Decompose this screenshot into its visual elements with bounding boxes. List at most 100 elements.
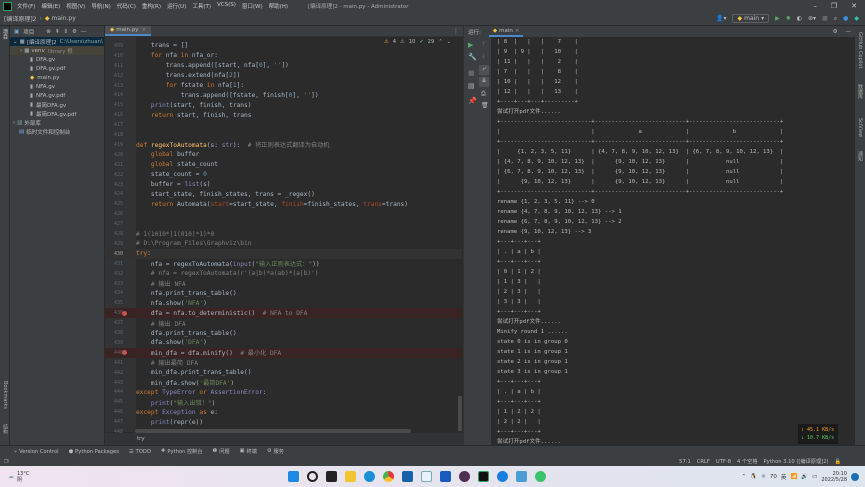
line-number[interactable]: 418 [105, 132, 125, 138]
tab-menu-icon[interactable]: ⋮ [453, 26, 463, 36]
inspection-widget[interactable]: ⚠ 4 ⚠ 10 ✔ 29 ⌃ ⌄ [384, 39, 451, 45]
menu-item[interactable]: 导航(N) [91, 2, 110, 10]
tree-file[interactable]: ◆ main.py [10, 73, 104, 82]
line-number[interactable]: 445 [105, 399, 125, 405]
chrome-icon[interactable] [383, 471, 395, 482]
rerun-icon[interactable]: ▶ [468, 41, 473, 49]
tree-file[interactable]: ▮ 最简DFA.gv [10, 100, 104, 109]
word-icon[interactable] [440, 471, 452, 482]
tool-button-1[interactable]: ⬢ Python Packages [69, 449, 119, 455]
ime-indicator[interactable]: 英 [781, 473, 787, 481]
caret-position[interactable]: 57:1 [679, 459, 691, 465]
wrench-icon[interactable]: 🔧 [468, 53, 477, 61]
line-number[interactable]: 438 [105, 330, 125, 336]
pycharm-taskbar-icon[interactable] [478, 471, 490, 482]
close-tab-icon[interactable]: × [515, 28, 520, 34]
tree-venv[interactable]: › ■ venv library 根 [10, 46, 104, 55]
line-number[interactable]: 432 [105, 271, 125, 277]
line-number[interactable]: 419 [105, 142, 125, 148]
weather-widget[interactable]: 13°C 阴 [17, 471, 29, 483]
breadcrumb-file[interactable]: main.py [52, 15, 76, 22]
run-config-select[interactable]: ◆ main ▾ [732, 14, 770, 23]
line-number[interactable]: 433 [105, 281, 125, 287]
pin-icon[interactable]: 📌 [468, 97, 477, 105]
chevron-up-icon[interactable]: ⌃ [438, 39, 442, 45]
hide-icon[interactable]: — [846, 29, 856, 35]
profile-icon[interactable]: ⊛▾ [808, 15, 816, 22]
tab-main-py[interactable]: ◆ main.py × [105, 26, 152, 36]
menu-item[interactable]: 重构(R) [142, 2, 161, 10]
clock[interactable]: 20:10 2022/5/28 [821, 471, 847, 483]
close-tab-icon[interactable]: × [141, 27, 146, 33]
trash-icon[interactable]: 🗑 [481, 102, 489, 109]
layout-icon[interactable]: ▤ [468, 82, 475, 90]
line-number[interactable]: 447 [105, 419, 125, 425]
task-view-icon[interactable] [326, 471, 338, 482]
chevron-up-icon[interactable]: ⌃ [742, 474, 747, 480]
menu-item[interactable]: 文件(F) [17, 2, 35, 10]
line-number[interactable]: 412 [105, 73, 125, 79]
tree-scratches[interactable]: ▤ 临时文件和控制台 [10, 127, 104, 136]
locate-icon[interactable]: ⊗ [46, 29, 51, 35]
run-icon[interactable]: ▶ [775, 15, 780, 22]
tool-button-0[interactable]: ⑂ Version Control [14, 449, 59, 455]
print-icon[interactable]: ⎙ [481, 90, 486, 98]
tree-file[interactable]: ▮ 最简DFA.gv.pdf [10, 109, 104, 118]
run-tab-main[interactable]: ◆ main × [488, 26, 524, 37]
notifications-tool-button[interactable]: 通知 [857, 151, 864, 161]
line-number[interactable]: 423 [105, 182, 125, 188]
gear-icon[interactable]: ⚙ [833, 29, 838, 35]
qq-icon[interactable]: 🐧 [750, 474, 757, 480]
line-number[interactable]: 422 [105, 172, 125, 178]
project-panel-title[interactable]: 项目 [23, 28, 34, 36]
chevron-down-icon[interactable]: ⌄ [447, 39, 451, 45]
console-output[interactable]: | 8 | | | 7 | | 9 | 9 | | 10 | | 11 | | | … [491, 37, 856, 445]
wechat-icon[interactable] [535, 471, 547, 482]
tool-button-4[interactable]: ❶ 问题 [213, 448, 230, 455]
stop-icon[interactable]: ■ [822, 15, 828, 22]
store-icon[interactable] [402, 471, 414, 482]
line-number[interactable]: 416 [105, 112, 125, 118]
start-icon[interactable] [288, 471, 300, 482]
line-number[interactable]: 429 [105, 241, 125, 247]
app-icon[interactable] [497, 471, 509, 482]
gear-icon[interactable]: ⚙ [72, 29, 77, 35]
menu-item[interactable]: 代码(C) [117, 2, 136, 10]
tool-button-6[interactable]: ⚙ 服务 [267, 448, 284, 455]
indent-setting[interactable]: 4 个空格 [737, 458, 758, 465]
line-number[interactable]: 439 [105, 340, 125, 346]
file-encoding[interactable]: UTF-8 [716, 459, 731, 465]
line-number[interactable]: 446 [105, 409, 125, 415]
bookmarks-tool-button[interactable]: Bookmarks [2, 381, 8, 409]
arrow-down-icon[interactable]: ↓ [481, 53, 486, 60]
lock-icon[interactable]: 🔓 [835, 459, 841, 465]
tree-file[interactable]: ▮ DFA.gv.pdf [10, 64, 104, 73]
tree-file[interactable]: ▮ DFA.gv [10, 55, 104, 64]
sciview-tool-button[interactable]: SciView [857, 118, 863, 137]
line-number[interactable]: 444 [105, 389, 125, 395]
maximize-button[interactable]: ❐ [831, 2, 837, 10]
search-icon[interactable] [307, 471, 319, 482]
line-number[interactable]: 441 [105, 360, 125, 366]
notepad-icon[interactable] [516, 471, 528, 482]
file-explorer-icon[interactable] [345, 471, 357, 482]
project-tool-button[interactable]: 项目 [2, 29, 9, 39]
notification-icon[interactable] [851, 472, 859, 481]
line-number[interactable]: 428 [105, 231, 125, 237]
menu-item[interactable]: 窗口(W) [242, 2, 263, 10]
line-number[interactable]: 414 [105, 92, 125, 98]
search-icon[interactable]: ⌕ [834, 15, 837, 23]
baidu-netdisk-icon[interactable] [421, 471, 433, 482]
app-icon[interactable] [459, 471, 471, 482]
jetbrains-icon[interactable]: ◆ [854, 15, 859, 22]
line-number[interactable]: 417 [105, 122, 125, 128]
tree-file[interactable]: ▮ NFA.gv.pdf [10, 91, 104, 100]
tool-button-3[interactable]: ✚ Python 控制台 [161, 448, 203, 455]
wifi-icon[interactable]: 📶 [790, 474, 797, 480]
line-separator[interactable]: CRLF [697, 459, 710, 465]
breadcrumb-project[interactable]: [编译原理]2 [4, 14, 37, 23]
code-editor[interactable]: ◆ main.py × ⋮ 409 trans = [] 410 for nfa … [105, 26, 463, 445]
breakpoint-icon[interactable] [122, 310, 127, 316]
vertical-scrollbar[interactable] [458, 396, 462, 431]
update-icon[interactable]: ● [843, 15, 848, 22]
